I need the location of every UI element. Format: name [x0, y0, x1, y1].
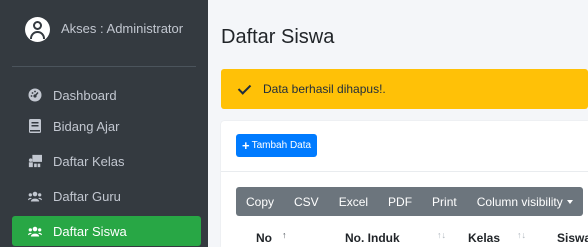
column-header-label: Siswa — [557, 231, 588, 245]
dashboard-icon — [28, 88, 42, 102]
sidebar-item-daftar-siswa[interactable]: Daftar Siswa — [12, 216, 201, 246]
student-table-card: + Tambah Data Copy CSV Excel PDF Print C… — [221, 121, 588, 247]
column-header-siswa[interactable]: Siswa — [537, 231, 588, 247]
classroom-icon — [28, 154, 42, 168]
check-icon — [239, 83, 251, 95]
sidebar-item-label: Daftar Guru — [53, 188, 121, 204]
card-divider — [221, 171, 588, 172]
sidebar-item-dashboard[interactable]: Dashboard — [12, 80, 201, 110]
plus-icon: + — [242, 138, 250, 153]
sidebar-item-label: Daftar Siswa — [53, 223, 127, 239]
sidebar-item-daftar-guru[interactable]: Daftar Guru — [12, 181, 201, 211]
sidebar-divider — [12, 66, 196, 67]
column-header-label: No. Induk — [345, 231, 400, 245]
column-header-label: No — [256, 231, 272, 245]
copy-button[interactable]: Copy — [236, 187, 284, 216]
column-header-label: Kelas — [468, 231, 501, 245]
sidebar-item-label: Dashboard — [53, 87, 117, 103]
success-alert: Data berhasil dihapus!. — [221, 69, 588, 109]
sort-icon: ↑↓ — [437, 230, 446, 240]
sort-icon: ↑ — [282, 230, 287, 240]
user-role-label: Akses : Administrator — [61, 21, 184, 36]
column-visibility-label: Column visibility — [476, 194, 563, 209]
column-header-kelas[interactable]: Kelas ↑↓ — [452, 230, 537, 247]
add-data-button[interactable]: + Tambah Data — [236, 134, 318, 157]
alert-message: Data berhasil dihapus!. — [263, 82, 386, 96]
sidebar: Akses : Administrator Dashboard Bidang A… — [0, 0, 208, 247]
users-icon — [28, 189, 42, 203]
excel-button[interactable]: Excel — [329, 187, 378, 216]
pdf-button[interactable]: PDF — [378, 187, 422, 216]
export-button-group: Copy CSV Excel PDF Print Column visibili… — [236, 187, 583, 216]
column-header-no[interactable]: No ↑ — [236, 230, 298, 247]
column-visibility-button[interactable]: Column visibility — [467, 187, 583, 216]
sidebar-item-bidang-ajar[interactable]: Bidang Ajar — [12, 111, 201, 141]
column-header-no-induk[interactable]: No. Induk ↑↓ — [298, 230, 452, 247]
page-title: Daftar Siswa — [221, 26, 335, 48]
add-data-label: Tambah Data — [251, 140, 312, 151]
table-header: No ↑ No. Induk ↑↓ Kelas ↑↓ Siswa — [236, 230, 588, 247]
user-panel[interactable]: Akses : Administrator — [12, 17, 196, 61]
sort-icon: ↑↓ — [517, 230, 526, 240]
print-button[interactable]: Print — [422, 187, 467, 216]
sidebar-item-label: Bidang Ajar — [53, 118, 120, 134]
csv-button[interactable]: CSV — [284, 187, 329, 216]
user-avatar-icon — [25, 17, 50, 42]
sidebar-item-label: Daftar Kelas — [53, 153, 125, 169]
sidebar-item-daftar-kelas[interactable]: Daftar Kelas — [12, 146, 201, 176]
book-icon — [28, 119, 42, 133]
caret-down-icon — [566, 199, 573, 204]
users-icon — [28, 224, 42, 238]
